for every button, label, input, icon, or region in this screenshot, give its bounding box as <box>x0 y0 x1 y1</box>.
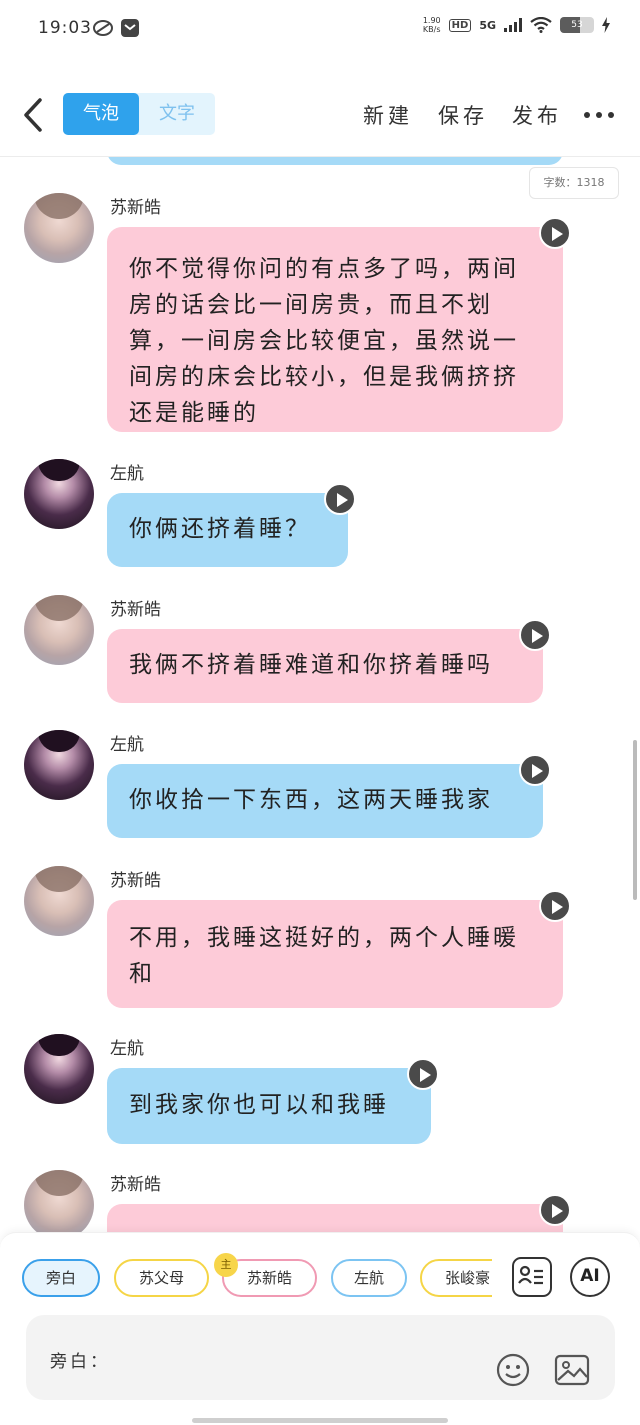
message-sender: 左航 <box>110 1039 144 1059</box>
emoji-icon[interactable] <box>496 1353 530 1387</box>
protagonist-badge: 主 <box>214 1253 238 1277</box>
signal-bars-icon <box>504 18 522 32</box>
avatar[interactable] <box>24 193 94 263</box>
avatar[interactable] <box>24 595 94 665</box>
battery-indicator: 53 <box>560 17 594 33</box>
message-bubble[interactable]: 我俩不挤着睡难道和你挤着睡吗 <box>107 629 543 703</box>
play-voice-icon[interactable] <box>539 217 571 249</box>
role-manage-button[interactable] <box>512 1257 552 1297</box>
message-bubble[interactable] <box>107 1204 563 1232</box>
avatar[interactable] <box>24 866 94 936</box>
compose-panel: 旁白 苏父母 苏新皓 左航 张峻豪 主 AI 旁白： <box>0 1232 640 1425</box>
role-chip[interactable]: 苏父母 <box>114 1259 209 1297</box>
status-time: 19:03 <box>38 18 92 38</box>
role-chip-narrator[interactable]: 旁白 <box>22 1259 100 1297</box>
message-input[interactable]: 旁白： <box>26 1315 615 1400</box>
play-voice-icon[interactable] <box>539 890 571 922</box>
word-count-badge: 字数：1318 <box>529 167 619 199</box>
avatar[interactable] <box>24 459 94 529</box>
tab-bubble[interactable]: 气泡 <box>63 93 139 135</box>
play-voice-icon[interactable] <box>407 1058 439 1090</box>
role-chip[interactable]: 张峻豪 <box>420 1259 492 1297</box>
scrollbar[interactable] <box>633 740 637 900</box>
more-icon[interactable] <box>584 112 614 118</box>
previous-bubble <box>107 157 563 165</box>
signal-5g: 5G <box>479 18 496 32</box>
tab-text[interactable]: 文字 <box>139 93 215 135</box>
contact-card-icon <box>518 1265 543 1285</box>
message-sender: 苏新皓 <box>110 198 161 218</box>
message-bubble[interactable]: 你俩还挤着睡？ <box>107 493 348 567</box>
message-sender: 左航 <box>110 464 144 484</box>
status-bar: 19:03 1.90 KB/s HD 5G 53 <box>0 0 640 58</box>
chat-area[interactable]: 字数：1318 苏新皓 你不觉得你问的有点多了吗，两间房的话会比一间房贵，而且不… <box>0 157 640 1232</box>
ai-button[interactable]: AI <box>570 1257 610 1297</box>
soul-app-icon <box>93 20 113 36</box>
charging-icon <box>602 17 610 33</box>
avatar[interactable] <box>24 730 94 800</box>
play-voice-icon[interactable] <box>519 619 551 651</box>
message-bubble[interactable]: 到我家你也可以和我睡 <box>107 1068 431 1144</box>
role-selector: 旁白 苏父母 苏新皓 左航 张峻豪 <box>0 1259 492 1299</box>
play-voice-icon[interactable] <box>324 483 356 515</box>
hd-badge: HD <box>448 18 472 32</box>
wifi-icon <box>530 17 552 33</box>
avatar[interactable] <box>24 1170 94 1232</box>
message-sender: 苏新皓 <box>110 600 161 620</box>
new-button[interactable]: 新建 <box>363 100 413 130</box>
message-bubble[interactable]: 你收拾一下东西，这两天睡我家 <box>107 764 543 838</box>
mode-switch: 气泡 文字 <box>63 93 215 135</box>
back-arrow-icon[interactable] <box>18 96 48 134</box>
message-sender: 苏新皓 <box>110 871 161 891</box>
notification-icon <box>121 19 139 37</box>
message-bubble[interactable]: 不用，我睡这挺好的，两个人睡暖和 <box>107 900 563 1008</box>
input-role-label: 旁白： <box>50 1352 110 1372</box>
message-sender: 左航 <box>110 735 144 755</box>
message-bubble[interactable]: 你不觉得你问的有点多了吗，两间房的话会比一间房贵，而且不划算，一间房会比较便宜，… <box>107 227 563 432</box>
image-icon[interactable] <box>554 1353 590 1387</box>
status-right: 1.90 KB/s HD 5G 53 <box>423 16 610 34</box>
avatar[interactable] <box>24 1034 94 1104</box>
play-voice-icon[interactable] <box>519 754 551 786</box>
home-indicator[interactable] <box>192 1418 448 1423</box>
publish-button[interactable]: 发布 <box>512 100 562 130</box>
play-voice-icon[interactable] <box>539 1194 571 1226</box>
role-chip[interactable]: 左航 <box>331 1259 407 1297</box>
message-sender: 苏新皓 <box>110 1175 161 1195</box>
save-button[interactable]: 保存 <box>438 100 488 130</box>
editor-toolbar: 气泡 文字 新建 保存 发布 <box>0 84 640 146</box>
network-speed: 1.90 KB/s <box>422 16 441 34</box>
